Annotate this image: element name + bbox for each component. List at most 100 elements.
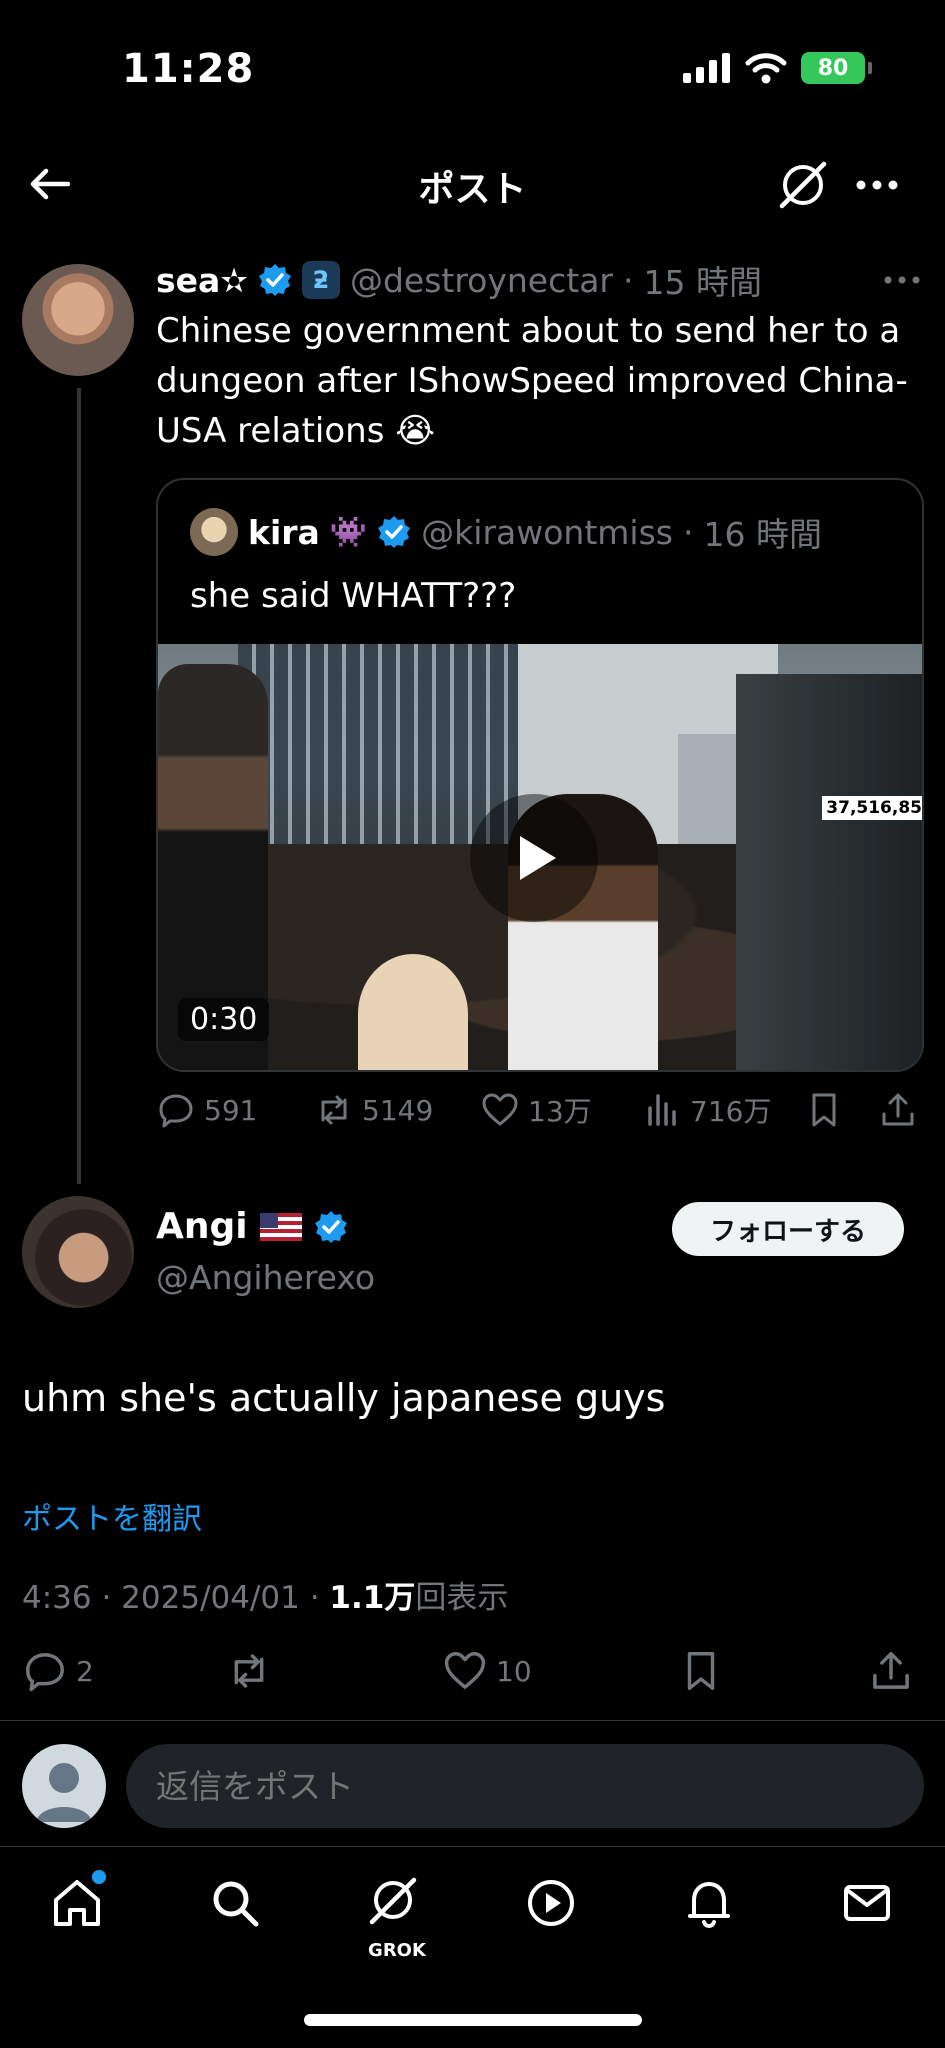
reply-bar [0,1724,945,1848]
dot-separator: · [682,512,694,552]
default-avatar-icon [36,1763,92,1822]
more-icon[interactable] [880,262,924,298]
more-options-icon[interactable] [852,160,902,210]
quote-avatar [190,508,238,556]
author-name[interactable]: sea✫ [156,261,248,300]
reply-icon [159,1094,193,1128]
tab-home[interactable] [48,1874,118,1944]
tweet-time: 15 時間 [643,263,762,302]
avatar[interactable] [22,264,134,376]
author-name[interactable]: Angi [156,1206,248,1247]
heart-icon [444,1652,486,1689]
reply-count: 2 [76,1654,94,1688]
bookmark-icon [687,1652,715,1690]
signal-icon [683,53,730,83]
status-icons: 80 [683,52,872,84]
status-bar: 11:28 80 [0,0,945,140]
quote-text: she said WHATT??? [190,576,517,616]
quote-name-emoji: 👾 [329,514,368,550]
quote-time: 16 時間 [703,515,822,554]
tab-notifications[interactable] [680,1874,750,1944]
divider [0,1846,945,1847]
reply-count: 591 [204,1093,258,1127]
battery-level: 80 [817,55,849,81]
us-flag-icon [259,1212,302,1241]
like-count: 13万 [528,1095,592,1128]
parent-tweet-header: sea✫ ƻ @destroynectar · 15 時間 [156,256,762,304]
views-count: 716万 [690,1095,772,1128]
video-scene-person [358,954,468,1070]
play-button[interactable] [470,794,598,922]
tab-grok-label: GROK [368,1940,426,1961]
main-tweet-actions: 2 10 [22,1648,922,1700]
views-label: 回表示 [415,1580,509,1616]
tweet-text: uhm she's actually japanese guys [22,1376,666,1420]
nav-bar: ポスト [0,140,945,232]
reply-button[interactable]: 591 [156,1090,257,1130]
tab-grok[interactable] [364,1874,434,1944]
bookmark-button[interactable] [804,1090,844,1130]
tab-messages[interactable] [838,1874,908,1944]
share-icon [873,1652,909,1689]
home-indicator [304,2014,642,2026]
author-handle[interactable]: @Angiherexo [156,1258,375,1297]
verified-badge-icon [314,1210,347,1243]
bell-icon [688,1882,730,1928]
tweet-meta: 4:36 · 2025/04/01 · 1.1万回表示 [22,1572,508,1617]
heart-icon [482,1093,518,1126]
video-overlay-count: 37,516,85 [822,796,922,820]
translate-link[interactable]: ポストを翻訳 [22,1494,202,1538]
tweet-timestamp: 4:36 · 2025/04/01 · [22,1580,330,1616]
repost-icon [234,1654,264,1688]
avatar[interactable] [22,1196,134,1308]
repost-count: 5149 [362,1093,434,1127]
video-scene-bus [736,674,922,1070]
divider [0,1720,945,1721]
views-icon [648,1094,676,1126]
grok-icon[interactable] [776,158,830,212]
main-tweet-author: Angi [156,1206,348,1247]
quoted-tweet[interactable]: kira 👾 @kirawontmiss · 16 時間 she said WH… [156,478,924,1072]
repost-button[interactable]: 5149 [314,1090,433,1130]
search-icon [213,1881,259,1927]
mail-icon [844,1885,890,1921]
notification-dot [92,1870,106,1884]
thread-line [77,388,81,1184]
quote-author-name: kira [248,512,320,552]
verified-badge-icon [378,516,411,548]
status-time: 11:28 [122,46,255,92]
follow-button[interactable]: フォローする [672,1202,904,1256]
dot-separator: · [623,260,634,300]
reply-icon [26,1653,64,1692]
video-duration: 0:30 [178,998,270,1041]
repost-button[interactable] [226,1648,272,1694]
like-button[interactable]: 13万 [480,1090,592,1130]
grok-icon [369,1877,417,1925]
views-button[interactable]: 716万 [642,1090,771,1130]
verified-badge-icon [258,264,291,296]
play-circle-icon [528,1880,574,1926]
parent-tweet-actions: 591 5149 13万 716万 [156,1090,926,1140]
share-button[interactable] [868,1648,914,1694]
reply-input[interactable] [126,1744,924,1828]
bookmark-icon [812,1093,836,1127]
like-count: 10 [496,1654,532,1688]
tab-bar: GROK [0,1848,945,2048]
share-icon [882,1093,914,1126]
share-button[interactable] [878,1090,918,1130]
my-avatar[interactable] [22,1744,106,1828]
repost-icon [321,1095,347,1125]
video-player[interactable]: 37,516,85 0:30 [158,644,922,1070]
tab-video[interactable] [522,1874,592,1944]
like-button[interactable]: 10 [442,1648,532,1694]
views-count: 1.1万 [329,1580,416,1616]
author-handle[interactable]: @destroynectar [350,261,613,300]
play-icon [520,836,556,880]
affiliate-badge-icon: ƻ [301,261,340,299]
wifi-icon [745,53,787,84]
tab-search[interactable] [206,1874,276,1944]
quote-author-handle: @kirawontmiss [421,512,673,552]
tweet-text: Chinese government about to send her to … [156,311,908,451]
bookmark-button[interactable] [678,1648,724,1694]
reply-button[interactable]: 2 [22,1648,94,1694]
